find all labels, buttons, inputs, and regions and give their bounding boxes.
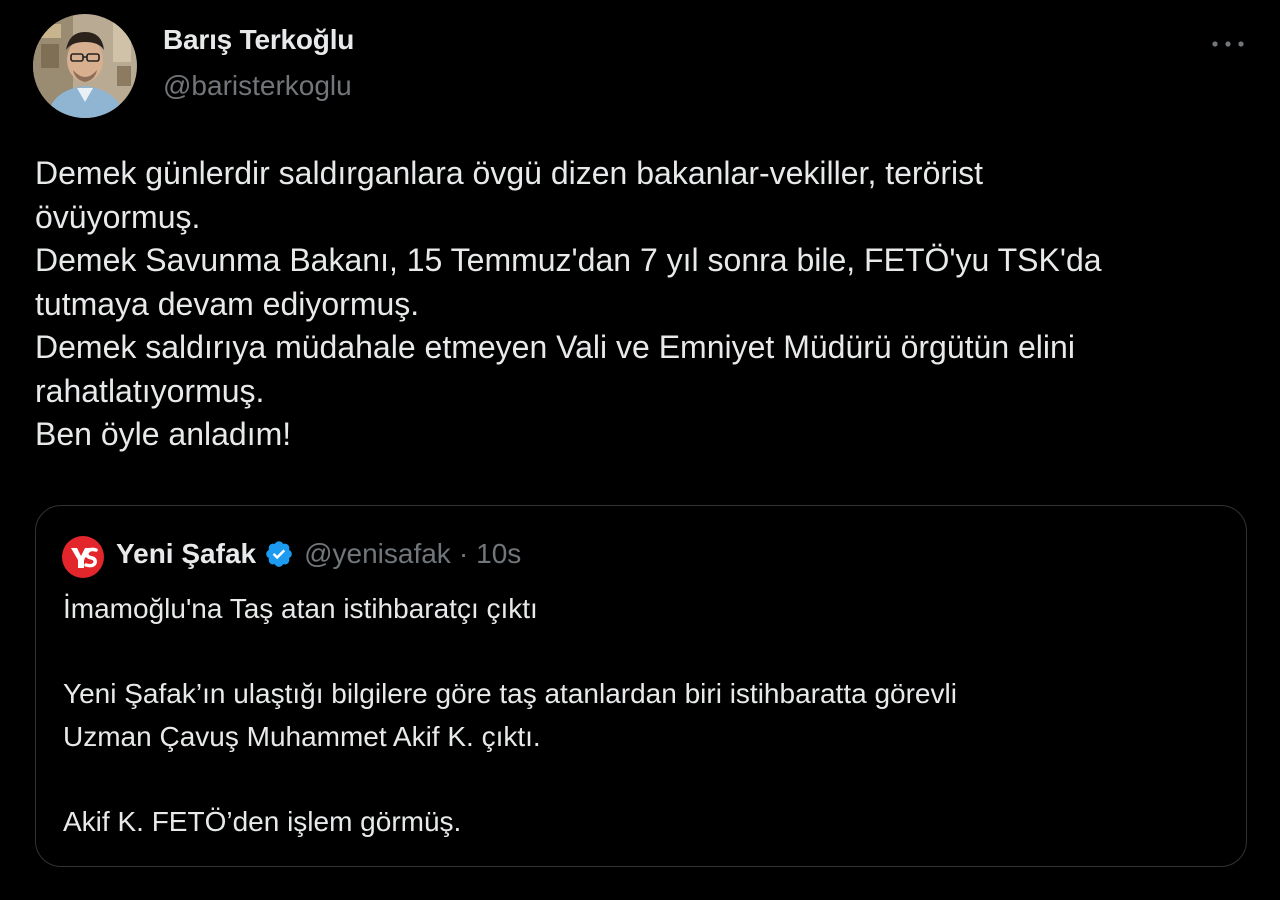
tweet-text-line: Demek Savunma Bakanı, 15 Temmuz'dan 7 yı… — [35, 242, 1102, 278]
header-separator: · — [458, 538, 469, 569]
quoted-author-handle[interactable]: @yenisafak — [304, 538, 451, 570]
author-name[interactable]: Barış Terkoğlu — [163, 24, 354, 56]
tweet-text: Demek günlerdir saldırganlara övgü dizen… — [35, 152, 1260, 457]
more-options-button[interactable] — [1206, 26, 1250, 62]
quoted-tweet-text: İmamoğlu'na Taş atan istihbaratçı çıktı … — [63, 588, 1223, 843]
quoted-text-line: Yeni Şafak’ın ulaştığı bilgilere göre ta… — [63, 678, 957, 709]
quoted-timestamp[interactable]: 10s — [476, 538, 521, 570]
verified-badge-icon — [266, 541, 292, 567]
tweet: Barış Terkoğlu @baristerkoglu Demek günl… — [0, 0, 1280, 900]
author-handle[interactable]: @baristerkoglu — [163, 70, 352, 102]
quoted-text-line: Akif K. FETÖ’den işlem görmüş. — [63, 805, 462, 837]
tweet-text-line: Ben öyle anladım! — [35, 416, 292, 452]
ellipsis-icon — [1212, 41, 1244, 47]
tweet-text-line: tutmaya devam ediyormuş. — [35, 285, 420, 322]
tweet-text-line: rahatlatıyormuş. — [35, 372, 265, 409]
yenisafak-logo-icon[interactable] — [62, 536, 104, 578]
quoted-tweet-card[interactable]: Yeni Şafak @yenisafak · 10s İmamoğlu'na … — [35, 505, 1247, 867]
tweet-text-line: Demek saldırıya müdahale etmeyen Vali ve… — [35, 329, 1075, 365]
quoted-text-line: İmamoğlu'na Taş atan istihbaratçı çıktı — [63, 593, 538, 624]
quoted-tweet-header: Yeni Şafak @yenisafak · 10s — [116, 538, 521, 570]
quoted-author-name[interactable]: Yeni Şafak — [116, 538, 256, 570]
tweet-text-line: övüyormuş. — [35, 198, 201, 235]
tweet-text-line: Demek günlerdir saldırganlara övgü dizen… — [35, 155, 984, 191]
avatar-photo — [33, 14, 137, 118]
quoted-text-spacer — [63, 631, 1223, 674]
quoted-text-line: Uzman Çavuş Muhammet Akif K. çıktı. — [63, 720, 541, 752]
quoted-text-spacer — [63, 758, 1223, 801]
author-avatar[interactable] — [33, 14, 137, 118]
